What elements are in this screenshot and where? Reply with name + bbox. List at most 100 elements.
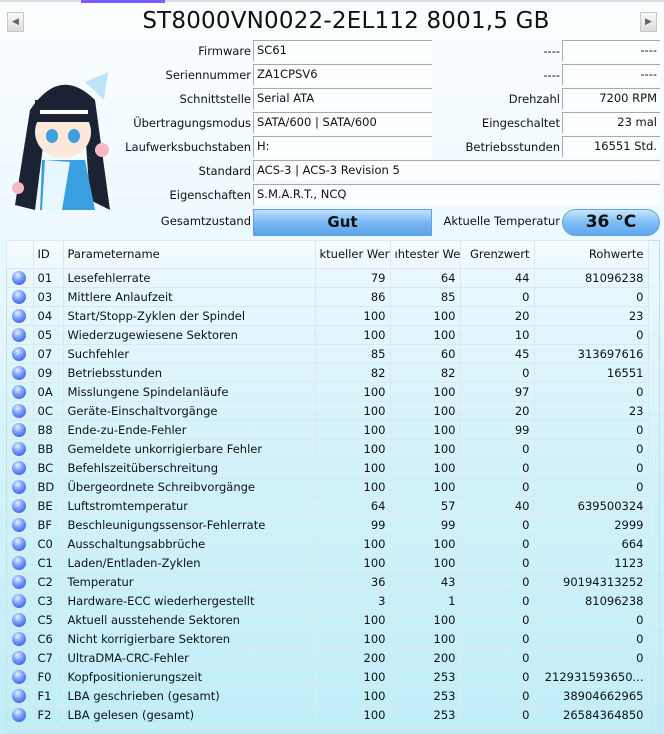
table-row[interactable]: F2 LBA gelesen (gesamt) 100 253 0 265843… <box>6 705 649 725</box>
threshold-value: 0 <box>460 705 535 725</box>
current-value: 100 <box>315 306 391 326</box>
column-header-id[interactable]: ID <box>33 240 64 269</box>
raw-value: 0 <box>534 648 649 668</box>
raw-value: 26584364850 <box>534 705 649 725</box>
table-row[interactable]: C7 UltraDMA-CRC-Fehler 200 200 0 0 <box>6 648 649 668</box>
threshold-value: 10 <box>460 325 535 345</box>
table-row[interactable]: C2 Temperatur 36 43 0 90194313252 <box>6 572 649 592</box>
status-cell <box>6 439 34 459</box>
threshold-value: 0 <box>460 363 535 383</box>
table-row[interactable]: 0C Geräte-Einschaltvorgänge 100 100 20 2… <box>6 401 649 421</box>
table-row[interactable]: 04 Start/Stopp-Zyklen der Spindel 100 10… <box>6 306 649 326</box>
status-good-icon <box>12 479 27 494</box>
table-row[interactable]: BD Übergeordnete Schreibvorgänge 100 100… <box>6 477 649 497</box>
selected-disk-tab[interactable] <box>81 0 165 3</box>
attribute-id: 07 <box>33 344 64 364</box>
worst-value: 1 <box>390 591 461 611</box>
table-row[interactable]: BF Beschleunigungssensor-Fehlerrate 99 9… <box>6 515 649 535</box>
table-row[interactable]: B8 Ende-zu-Ende-Fehler 100 100 99 0 <box>6 420 649 440</box>
status-good-icon <box>12 327 27 342</box>
table-row[interactable]: 07 Suchfehler 85 60 45 313697616 <box>6 344 649 364</box>
attribute-name: Gemeldete unkorrigierbare Fehler <box>63 439 316 459</box>
worst-value: 60 <box>390 344 461 364</box>
current-value: 100 <box>315 553 391 573</box>
current-value: 36 <box>315 572 391 592</box>
table-row[interactable]: C3 Hardware-ECC wiederhergestellt 3 1 0 … <box>6 591 649 611</box>
table-header-row: ID Parametername ktueller Wert ıhtester … <box>6 240 649 269</box>
table-row[interactable]: 09 Betriebsstunden 82 82 0 16551 <box>6 363 649 383</box>
table-row[interactable]: F1 LBA geschrieben (gesamt) 100 253 0 38… <box>6 686 649 706</box>
attribute-name: Hardware-ECC wiederhergestellt <box>63 591 316 611</box>
status-good-icon <box>12 384 27 399</box>
column-header-name[interactable]: Parametername <box>63 240 316 269</box>
info-value: ACS-3 | ACS-3 Revision 5 <box>253 160 660 181</box>
info-value: ZA1CPSV6 <box>253 64 432 85</box>
table-row[interactable]: 05 Wiederzugewiesene Sektoren 100 100 10… <box>6 325 649 345</box>
worst-value: 100 <box>390 401 461 421</box>
status-good-icon <box>12 365 27 380</box>
raw-value: 0 <box>534 287 649 307</box>
table-row[interactable]: BC Befehlszeitüberschreitung 100 100 0 0 <box>6 458 649 478</box>
status-cell <box>6 477 34 497</box>
table-row[interactable]: C6 Nicht korrigierbare Sektoren 100 100 … <box>6 629 649 649</box>
worst-value: 100 <box>390 553 461 573</box>
status-cell <box>6 458 34 478</box>
status-column-header[interactable] <box>6 240 34 269</box>
worst-value: 64 <box>390 268 461 288</box>
attribute-id: F2 <box>33 705 64 725</box>
info-label: Firmware <box>198 44 251 58</box>
raw-value: 0 <box>534 610 649 630</box>
status-cell <box>6 420 34 440</box>
column-header-current[interactable]: ktueller Wert <box>315 240 391 269</box>
column-header-raw[interactable]: Rohwerte <box>534 240 649 269</box>
attribute-id: C5 <box>33 610 64 630</box>
raw-value: 664 <box>534 534 649 554</box>
table-row[interactable]: 0A Misslungene Spindelanläufe 100 100 97… <box>6 382 649 402</box>
threshold-value: 0 <box>460 629 535 649</box>
raw-value: 90194313252 <box>534 572 649 592</box>
column-header-threshold[interactable]: Grenzwert <box>460 240 535 269</box>
attribute-id: BD <box>33 477 64 497</box>
next-disk-button[interactable]: ▶ <box>640 12 657 32</box>
table-row[interactable]: C1 Laden/Entladen-Zyklen 100 100 0 1123 <box>6 553 649 573</box>
threshold-value: 0 <box>460 667 535 687</box>
table-row[interactable]: C5 Aktuell ausstehende Sektoren 100 100 … <box>6 610 649 630</box>
table-row[interactable]: C0 Ausschaltungsabbrüche 100 100 0 664 <box>6 534 649 554</box>
status-good-icon <box>12 650 27 665</box>
table-row[interactable]: 03 Mittlere Anlaufzeit 86 85 0 0 <box>6 287 649 307</box>
raw-value: 0 <box>534 458 649 478</box>
column-header-worst[interactable]: ıhtester Wert <box>390 240 461 269</box>
previous-disk-button[interactable]: ◀ <box>7 12 24 32</box>
info-label: Laufwerksbuchstaben <box>125 140 251 154</box>
health-status-button[interactable]: Gut <box>253 209 432 236</box>
worst-value: 253 <box>390 667 461 687</box>
status-good-icon <box>12 308 27 323</box>
threshold-value: 0 <box>460 287 535 307</box>
info-label: Eigenschaften <box>169 188 252 202</box>
table-row[interactable]: BB Gemeldete unkorrigierbare Fehler 100 … <box>6 439 649 459</box>
smart-attributes-table: ID Parametername ktueller Wert ıhtester … <box>6 240 649 725</box>
attribute-id: C7 <box>33 648 64 668</box>
disk-title: ST8000VN0022-2EL112 8001,5 GB <box>142 8 550 34</box>
attribute-name: Lesefehlerrate <box>63 268 316 288</box>
raw-value: 0 <box>534 477 649 497</box>
current-value: 3 <box>315 591 391 611</box>
worst-value: 100 <box>390 306 461 326</box>
current-value: 100 <box>315 610 391 630</box>
status-good-icon <box>12 593 27 608</box>
attribute-name: Luftstromtemperatur <box>63 496 316 516</box>
attribute-id: BF <box>33 515 64 535</box>
attribute-name: Mittlere Anlaufzeit <box>63 287 316 307</box>
table-row[interactable]: BE Luftstromtemperatur 64 57 40 63950032… <box>6 496 649 516</box>
info-value: S.M.A.R.T., NCQ <box>253 184 660 205</box>
current-value: 200 <box>315 648 391 668</box>
status-cell <box>6 496 34 516</box>
current-value: 100 <box>315 534 391 554</box>
temperature-button[interactable]: 36 °C <box>562 209 660 236</box>
worst-value: 57 <box>390 496 461 516</box>
attribute-id: 0A <box>33 382 64 402</box>
table-row[interactable]: 01 Lesefehlerrate 79 64 44 81096238 <box>6 268 649 288</box>
table-row[interactable]: F0 Kopfpositionierungszeit 100 253 0 212… <box>6 667 649 687</box>
raw-value: 23 <box>534 401 649 421</box>
attribute-id: F0 <box>33 667 64 687</box>
